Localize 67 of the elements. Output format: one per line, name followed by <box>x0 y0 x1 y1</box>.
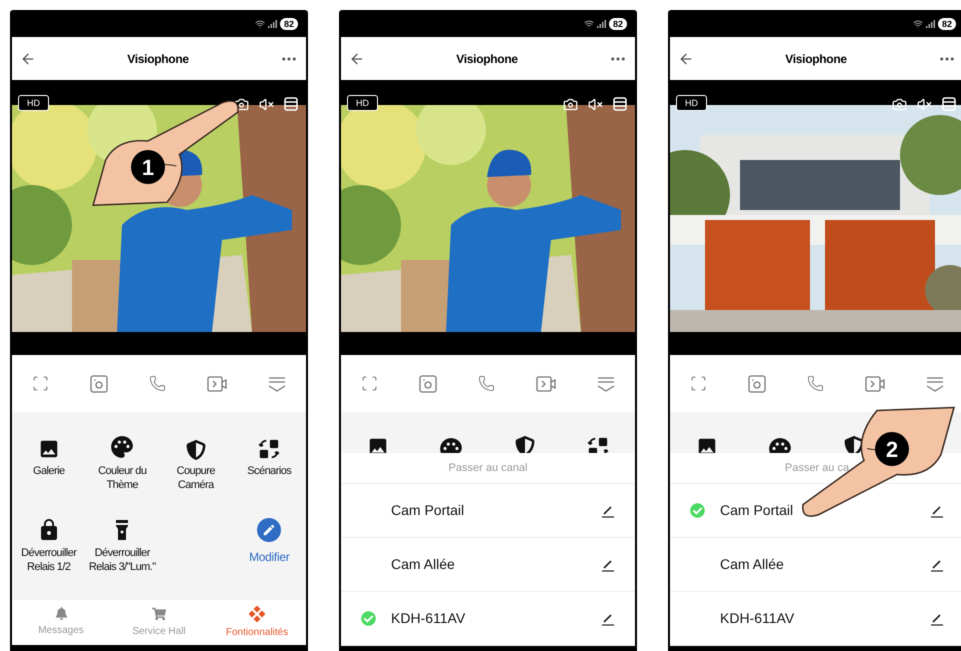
feature-tile[interactable]: Couleur du Thème <box>86 434 159 516</box>
back-button[interactable] <box>20 50 36 66</box>
feature-tile[interactable]: Coupure Caméra <box>159 434 232 516</box>
shield-icon <box>844 436 864 453</box>
collapse-icon[interactable] <box>596 376 615 392</box>
modify-link[interactable]: Modifier <box>249 548 290 566</box>
edit-icon[interactable] <box>601 558 615 572</box>
sheet-title: Passer au canal <box>448 460 528 476</box>
hd-toggle[interactable]: HD <box>18 95 49 111</box>
channel-row[interactable]: KDH-611AV <box>341 592 635 646</box>
record-video-icon[interactable] <box>536 376 556 392</box>
signal-icon <box>926 20 935 28</box>
back-button[interactable] <box>349 50 365 66</box>
call-icon[interactable] <box>806 375 824 392</box>
channel-row[interactable]: Cam Allée <box>670 538 961 592</box>
wifi-icon <box>254 18 265 28</box>
page-title: Visiophone <box>127 50 189 68</box>
channel-row[interactable]: Cam Portail <box>341 484 635 538</box>
fullscreen-icon[interactable] <box>32 375 50 392</box>
collapse-icon[interactable] <box>268 376 286 392</box>
call-icon[interactable] <box>148 375 166 392</box>
edit-icon[interactable] <box>601 504 615 518</box>
page-title: Visiophone <box>456 50 518 68</box>
edit-icon[interactable] <box>930 558 944 572</box>
record-video-icon[interactable] <box>206 376 227 392</box>
scenario-icon <box>587 436 610 453</box>
feature-tile[interactable]: Déverrouiller Relais 3/"Lum." <box>86 516 159 598</box>
call-icon[interactable] <box>478 375 495 392</box>
channel-row[interactable]: Cam Allée <box>341 538 635 592</box>
fullscreen-icon[interactable] <box>690 375 708 392</box>
shield-icon <box>514 436 535 453</box>
edit-icon[interactable] <box>930 504 944 518</box>
collapse-icon[interactable] <box>926 376 944 392</box>
feature-tile[interactable]: Déverrouiller Relais 1/2 <box>12 516 86 598</box>
palette-icon <box>109 434 136 460</box>
feature-tile[interactable]: Scénarios <box>232 434 306 516</box>
menu-icon[interactable] <box>613 97 627 111</box>
hd-toggle[interactable]: HD <box>676 95 707 111</box>
cart-icon <box>152 606 166 620</box>
wifi-icon <box>584 18 594 28</box>
mute-icon[interactable] <box>588 97 603 112</box>
edit-icon <box>257 518 282 542</box>
scenario-icon <box>258 438 280 460</box>
bell-icon <box>54 607 68 620</box>
edit-icon[interactable] <box>930 612 944 626</box>
page-title: Visiophone <box>785 50 847 68</box>
signal-icon <box>596 20 606 28</box>
wifi-icon <box>912 18 923 28</box>
battery-level: 82 <box>608 18 627 30</box>
channel-row[interactable]: KDH-611AV <box>670 592 961 646</box>
signal-icon <box>268 20 277 28</box>
record-video-icon[interactable] <box>864 376 885 392</box>
sheet-title: Passer au ca <box>784 460 850 476</box>
nav-tab[interactable]: Fontionnalités <box>212 606 302 640</box>
battery-level: 82 <box>938 18 956 30</box>
mute-icon[interactable] <box>259 97 274 112</box>
menu-icon[interactable] <box>284 97 298 111</box>
feature-tile[interactable]: Galerie <box>12 434 86 516</box>
fullscreen-icon[interactable] <box>361 375 378 392</box>
edit-icon[interactable] <box>601 612 615 626</box>
battery-level: 82 <box>280 18 298 30</box>
menu-icon[interactable] <box>942 97 956 111</box>
shield-icon <box>186 440 206 460</box>
diamonds-icon <box>249 606 265 622</box>
back-button[interactable] <box>678 50 694 66</box>
mute-icon[interactable] <box>917 97 932 112</box>
hd-toggle[interactable]: HD <box>347 95 378 111</box>
